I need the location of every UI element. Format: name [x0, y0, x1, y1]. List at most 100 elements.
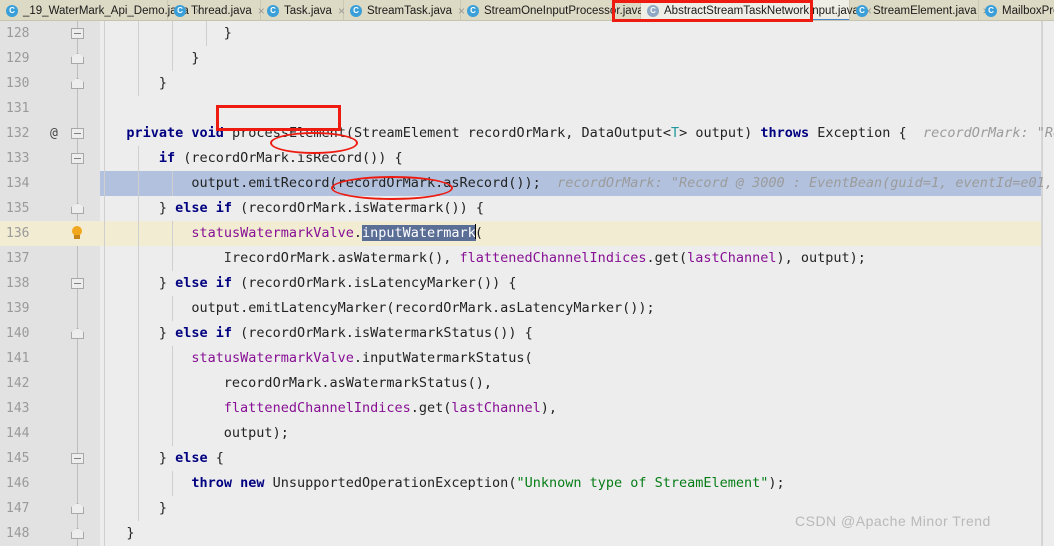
fold-collapse-icon[interactable]: [71, 453, 84, 464]
code-line[interactable]: 145} else {: [0, 446, 1054, 471]
editor-tab-2[interactable]: C Task.java ×: [261, 0, 345, 20]
code-fold-marker-icon[interactable]: [71, 246, 85, 271]
code-line[interactable]: 131: [0, 96, 1054, 121]
code-line-text[interactable]: output.emitLatencyMarker(recordOrMark.as…: [100, 296, 1054, 321]
fold-end-icon[interactable]: [71, 78, 84, 89]
code-line[interactable]: 130}: [0, 71, 1054, 96]
intention-lightbulb-icon[interactable]: [70, 226, 84, 241]
code-fold-marker-icon[interactable]: [71, 171, 85, 196]
fold-collapse-icon[interactable]: [71, 278, 84, 289]
editor-gutter[interactable]: 138: [0, 271, 100, 296]
code-line[interactable]: 129}: [0, 46, 1054, 71]
editor-gutter[interactable]: 146: [0, 471, 100, 496]
code-fold-marker-icon[interactable]: [71, 521, 85, 546]
code-line[interactable]: 142 recordOrMark.asWatermarkStatus(),: [0, 371, 1054, 396]
code-line-text[interactable]: } else if (recordOrMark.isWatermark()) {: [100, 196, 1054, 221]
fold-collapse-icon[interactable]: [71, 28, 84, 39]
editor-gutter[interactable]: 136: [0, 221, 100, 246]
code-fold-marker-icon[interactable]: [71, 196, 85, 221]
code-fold-marker-icon[interactable]: [71, 346, 85, 371]
code-line-text[interactable]: output);: [100, 421, 1054, 446]
editor-gutter[interactable]: 129: [0, 46, 100, 71]
fold-end-icon[interactable]: [71, 528, 84, 539]
fold-end-icon[interactable]: [71, 503, 84, 514]
code-line[interactable]: 134 output.emitRecord(recordOrMark.asReco…: [0, 171, 1054, 196]
editor-gutter[interactable]: 132 @: [0, 121, 100, 146]
editor-gutter[interactable]: 131: [0, 96, 100, 121]
code-line-text[interactable]: } else if (recordOrMark.isLatencyMarker(…: [100, 271, 1054, 296]
code-fold-marker-icon[interactable]: [71, 146, 85, 171]
code-line[interactable]: 133 if (recordOrMark.isRecord()) {: [0, 146, 1054, 171]
code-line[interactable]: 141 statusWatermarkValve.inputWatermarkSt…: [0, 346, 1054, 371]
code-fold-marker-icon[interactable]: [71, 96, 85, 121]
fold-end-icon[interactable]: [71, 203, 84, 214]
code-line-text[interactable]: }: [100, 46, 1054, 71]
code-line-text[interactable]: }: [100, 71, 1054, 96]
code-line-text[interactable]: } else {: [100, 446, 1054, 471]
fold-collapse-icon[interactable]: [71, 128, 84, 139]
editor-gutter[interactable]: 147: [0, 496, 100, 521]
fold-end-icon[interactable]: [71, 328, 84, 339]
code-line[interactable]: 135} else if (recordOrMark.isWatermark()…: [0, 196, 1054, 221]
editor-tab-3[interactable]: C StreamTask.java ×: [344, 0, 465, 20]
code-fold-marker-icon[interactable]: [71, 21, 85, 46]
code-line[interactable]: 136 statusWatermarkValve.inputWatermark(: [0, 221, 1054, 246]
code-line-text[interactable]: } else if (recordOrMark.isWatermarkStatu…: [100, 321, 1054, 346]
editor-gutter[interactable]: 139: [0, 296, 100, 321]
editor-tab-5[interactable]: C AbstractStreamTaskNetworkInput.java ×: [641, 0, 872, 20]
editor-tab-6[interactable]: CStreamElement.java×: [850, 0, 990, 20]
editor-gutter[interactable]: 140: [0, 321, 100, 346]
code-line[interactable]: 146 throw new UnsupportedOperationExcepti…: [0, 471, 1054, 496]
code-line[interactable]: 132 @ private void processElement(StreamEl…: [0, 121, 1054, 146]
editor-gutter[interactable]: 135: [0, 196, 100, 221]
code-line-text[interactable]: private void processElement(StreamElemen…: [100, 121, 1054, 146]
code-fold-marker-icon[interactable]: [71, 121, 85, 146]
editor-gutter[interactable]: 137: [0, 246, 100, 271]
code-fold-marker-icon[interactable]: [71, 471, 85, 496]
code-line[interactable]: 143 flattenedChannelIndices.get(lastChann…: [0, 396, 1054, 421]
code-line-text[interactable]: statusWatermarkValve.inputWatermark(: [100, 221, 1054, 246]
editor-gutter[interactable]: 130: [0, 71, 100, 96]
code-line-text[interactable]: output.emitRecord(recordOrMark.asRecord(…: [100, 171, 1054, 196]
code-line-text[interactable]: throw new UnsupportedOperationException(…: [100, 471, 1054, 496]
code-line-text[interactable]: if (recordOrMark.isRecord()) {: [100, 146, 1054, 171]
code-fold-marker-icon[interactable]: [71, 296, 85, 321]
fold-collapse-icon[interactable]: [71, 153, 84, 164]
editor-tab-bar[interactable]: C _19_WaterMark_Api_Demo.java × C Thread.jav…: [0, 0, 1054, 21]
editor-gutter[interactable]: 128: [0, 21, 100, 46]
code-line-text[interactable]: recordOrMark.asWatermarkStatus(),: [100, 371, 1054, 396]
code-line[interactable]: 128}: [0, 21, 1054, 46]
code-line-text[interactable]: flattenedChannelIndices.get(lastChannel)…: [100, 396, 1054, 421]
editor-gutter[interactable]: 141: [0, 346, 100, 371]
code-line-text[interactable]: }: [100, 21, 1054, 46]
editor-tab-1[interactable]: C Thread.java ×: [168, 0, 265, 20]
code-line-text[interactable]: statusWatermarkValve.inputWatermarkStatu…: [100, 346, 1054, 371]
editor-tab-4[interactable]: CStreamOneInputProcessor.java×: [461, 0, 657, 20]
code-fold-marker-icon[interactable]: [71, 421, 85, 446]
editor-gutter[interactable]: 134: [0, 171, 100, 196]
editor-tab-7[interactable]: CMailboxProcessor.java×: [979, 0, 1054, 20]
editor-gutter[interactable]: 142: [0, 371, 100, 396]
editor-marker-scrollbar[interactable]: [1042, 21, 1054, 546]
editor-gutter[interactable]: 143: [0, 396, 100, 421]
editor-gutter[interactable]: 145: [0, 446, 100, 471]
editor-tab-0[interactable]: C _19_WaterMark_Api_Demo.java ×: [0, 0, 202, 20]
fold-end-icon[interactable]: [71, 53, 84, 64]
code-line[interactable]: 140} else if (recordOrMark.isWatermarkSt…: [0, 321, 1054, 346]
code-editor-area[interactable]: 128} 129} 130} 131 132 @ private void processE…: [0, 21, 1054, 546]
code-fold-marker-icon[interactable]: [71, 371, 85, 396]
code-line[interactable]: 138} else if (recordOrMark.isLatencyMark…: [0, 271, 1054, 296]
code-fold-marker-icon[interactable]: [71, 46, 85, 71]
code-line-text[interactable]: [100, 96, 1054, 121]
editor-gutter[interactable]: 133: [0, 146, 100, 171]
code-fold-marker-icon[interactable]: [71, 496, 85, 521]
code-fold-marker-icon[interactable]: [71, 446, 85, 471]
annotation-marker-icon[interactable]: @: [50, 121, 58, 146]
editor-gutter[interactable]: 144: [0, 421, 100, 446]
code-fold-marker-icon[interactable]: [71, 271, 85, 296]
code-line[interactable]: 139 output.emitLatencyMarker(recordOrMark…: [0, 296, 1054, 321]
code-fold-marker-icon[interactable]: [71, 71, 85, 96]
code-line[interactable]: 144 output);: [0, 421, 1054, 446]
code-line[interactable]: 137 IrecordOrMark.asWatermark(), flattene…: [0, 246, 1054, 271]
editor-gutter[interactable]: 148: [0, 521, 100, 546]
